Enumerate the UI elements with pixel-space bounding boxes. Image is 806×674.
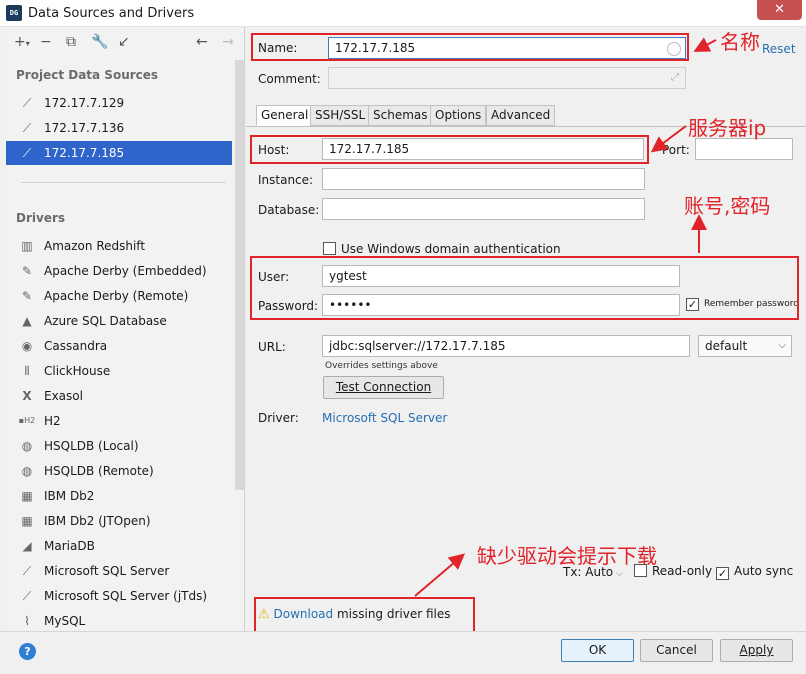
mssql-icon: ⟋ xyxy=(22,146,32,160)
database-input[interactable] xyxy=(322,198,645,220)
comment-label: Comment: xyxy=(258,72,321,86)
annotation-driver: 缺少驱动会提示下载 xyxy=(477,544,657,568)
checkbox-icon[interactable] xyxy=(323,242,336,255)
driver-link[interactable]: Microsoft SQL Server xyxy=(322,411,447,425)
driver-item[interactable]: ⟋ Microsoft SQL Server (jTds) xyxy=(6,584,232,608)
wrench-icon[interactable]: 🔧 xyxy=(91,34,108,50)
clickhouse-icon: ⦀ xyxy=(24,364,30,378)
driver-item[interactable]: ✎ Apache Derby (Embedded) xyxy=(6,259,232,283)
driver-item[interactable]: ◢ MariaDB xyxy=(6,534,232,558)
close-window-button[interactable]: ✕ xyxy=(757,0,802,20)
url-mode-select[interactable]: default ⌵ xyxy=(698,335,792,357)
hsqldb-icon: ◍ xyxy=(21,439,33,453)
expand-icon[interactable]: ⤢ xyxy=(671,68,679,88)
driver-item[interactable]: ⌇ MySQL xyxy=(6,609,232,631)
exasol-icon: X xyxy=(22,389,32,403)
driver-highlight-box xyxy=(254,597,475,634)
port-input[interactable] xyxy=(695,138,793,160)
tab-options[interactable]: Options xyxy=(430,105,487,126)
windows-auth-checkbox[interactable]: Use Windows domain authentication xyxy=(323,242,561,256)
driver-label: Driver: xyxy=(258,411,299,425)
mariadb-icon: ◢ xyxy=(22,539,32,553)
mssql-icon: ⟋ xyxy=(22,121,32,135)
reset-link[interactable]: Reset xyxy=(762,42,796,56)
drivers-header: Drivers xyxy=(16,211,66,225)
remove-icon[interactable]: − xyxy=(40,34,52,50)
dialog-footer: ? OK Cancel Apply xyxy=(0,631,806,674)
tab-schemas[interactable]: Schemas xyxy=(368,105,433,126)
instance-label: Instance: xyxy=(258,173,314,187)
driver-item[interactable]: ◍ HSQLDB (Remote) xyxy=(6,459,232,483)
annotation-name: 名称 xyxy=(720,30,760,54)
auto-sync-checkbox[interactable]: ✓ Auto sync xyxy=(716,564,793,580)
mysql-icon: ⌇ xyxy=(24,614,30,628)
window-title: Data Sources and Drivers xyxy=(28,6,195,21)
mssql-icon: ⟋ xyxy=(22,96,32,110)
db2-icon: ▦ xyxy=(21,514,33,528)
driver-item[interactable]: ▲ Azure SQL Database xyxy=(6,309,232,333)
project-data-sources-header: Project Data Sources xyxy=(16,68,159,82)
test-connection-button[interactable]: Test Connection xyxy=(323,376,444,399)
move-icon[interactable]: ↙ xyxy=(118,34,130,50)
app-icon: DG xyxy=(6,5,22,21)
database-label: Database: xyxy=(258,203,320,217)
driver-item[interactable]: ⦀ ClickHouse xyxy=(6,359,232,383)
derby-icon: ✎ xyxy=(21,264,33,278)
duplicate-icon[interactable]: ⧉ xyxy=(66,34,76,50)
hsqldb-icon: ◍ xyxy=(21,464,33,478)
url-label: URL: xyxy=(258,340,286,354)
name-highlight-box xyxy=(251,33,689,61)
driver-item[interactable]: ▥ Amazon Redshift xyxy=(6,234,232,258)
driver-item[interactable]: ▪H2 H2 xyxy=(6,409,232,433)
url-input[interactable]: jdbc:sqlserver://172.17.7.185 xyxy=(322,335,690,357)
back-icon[interactable]: ← xyxy=(196,34,208,50)
instance-input[interactable] xyxy=(322,168,645,190)
chevron-down-icon: ⌵ xyxy=(613,569,623,579)
data-source-item-selected[interactable]: ⟋ 172.17.7.185 xyxy=(6,141,232,165)
azure-icon: ▲ xyxy=(22,314,32,328)
cancel-button[interactable]: Cancel xyxy=(640,639,713,662)
apply-button[interactable]: Apply xyxy=(720,639,793,662)
annotation-account: 账号,密码 xyxy=(684,194,771,218)
driver-item[interactable]: ◉ Cassandra xyxy=(6,334,232,358)
comment-input[interactable]: ⤢ xyxy=(328,67,686,89)
mssql-icon: ⟋ xyxy=(22,589,32,603)
driver-item[interactable]: X Exasol xyxy=(6,384,232,408)
driver-item[interactable]: ◍ HSQLDB (Local) xyxy=(6,434,232,458)
h2-icon: ▪H2 xyxy=(18,416,36,425)
chevron-down-icon: ⌵ xyxy=(778,340,786,351)
add-icon[interactable]: +▾ xyxy=(14,34,30,52)
divider xyxy=(21,182,226,183)
driver-item[interactable]: ▦ IBM Db2 xyxy=(6,484,232,508)
forward-icon[interactable]: → xyxy=(222,34,234,50)
title-bar: DG Data Sources and Drivers ✕ xyxy=(0,0,806,27)
driver-item[interactable]: ▦ IBM Db2 (JTOpen) xyxy=(6,509,232,533)
url-hint: Overrides settings above xyxy=(325,361,438,371)
mssql-icon: ⟋ xyxy=(22,564,32,578)
annotation-server-ip: 服务器ip xyxy=(688,116,767,140)
sidebar: +▾ − ⧉ 🔧 ↙ ← → Project Data Sources ⟋ 172… xyxy=(6,27,245,631)
data-source-item[interactable]: ⟋ 172.17.7.136 xyxy=(6,116,232,140)
credentials-highlight-box xyxy=(250,256,799,320)
redshift-icon: ▥ xyxy=(21,239,33,253)
sidebar-scrollbar[interactable] xyxy=(235,60,244,490)
cassandra-icon: ◉ xyxy=(21,339,33,353)
tab-advanced[interactable]: Advanced xyxy=(486,105,556,126)
host-highlight-box xyxy=(250,135,649,164)
tab-ssh-ssl[interactable]: SSH/SSL xyxy=(310,105,371,126)
driver-item[interactable]: ⟋ Microsoft SQL Server xyxy=(6,559,232,583)
data-source-item[interactable]: ⟋ 172.17.7.129 xyxy=(6,91,232,115)
derby-icon: ✎ xyxy=(21,289,33,303)
db2-icon: ▦ xyxy=(21,489,33,503)
checkbox-checked-icon[interactable]: ✓ xyxy=(716,567,729,580)
driver-item[interactable]: ✎ Apache Derby (Remote) xyxy=(6,284,232,308)
tab-general[interactable]: General xyxy=(256,105,314,126)
ok-button[interactable]: OK xyxy=(561,639,634,662)
help-icon[interactable]: ? xyxy=(19,643,36,660)
port-label: Port: xyxy=(662,143,690,157)
